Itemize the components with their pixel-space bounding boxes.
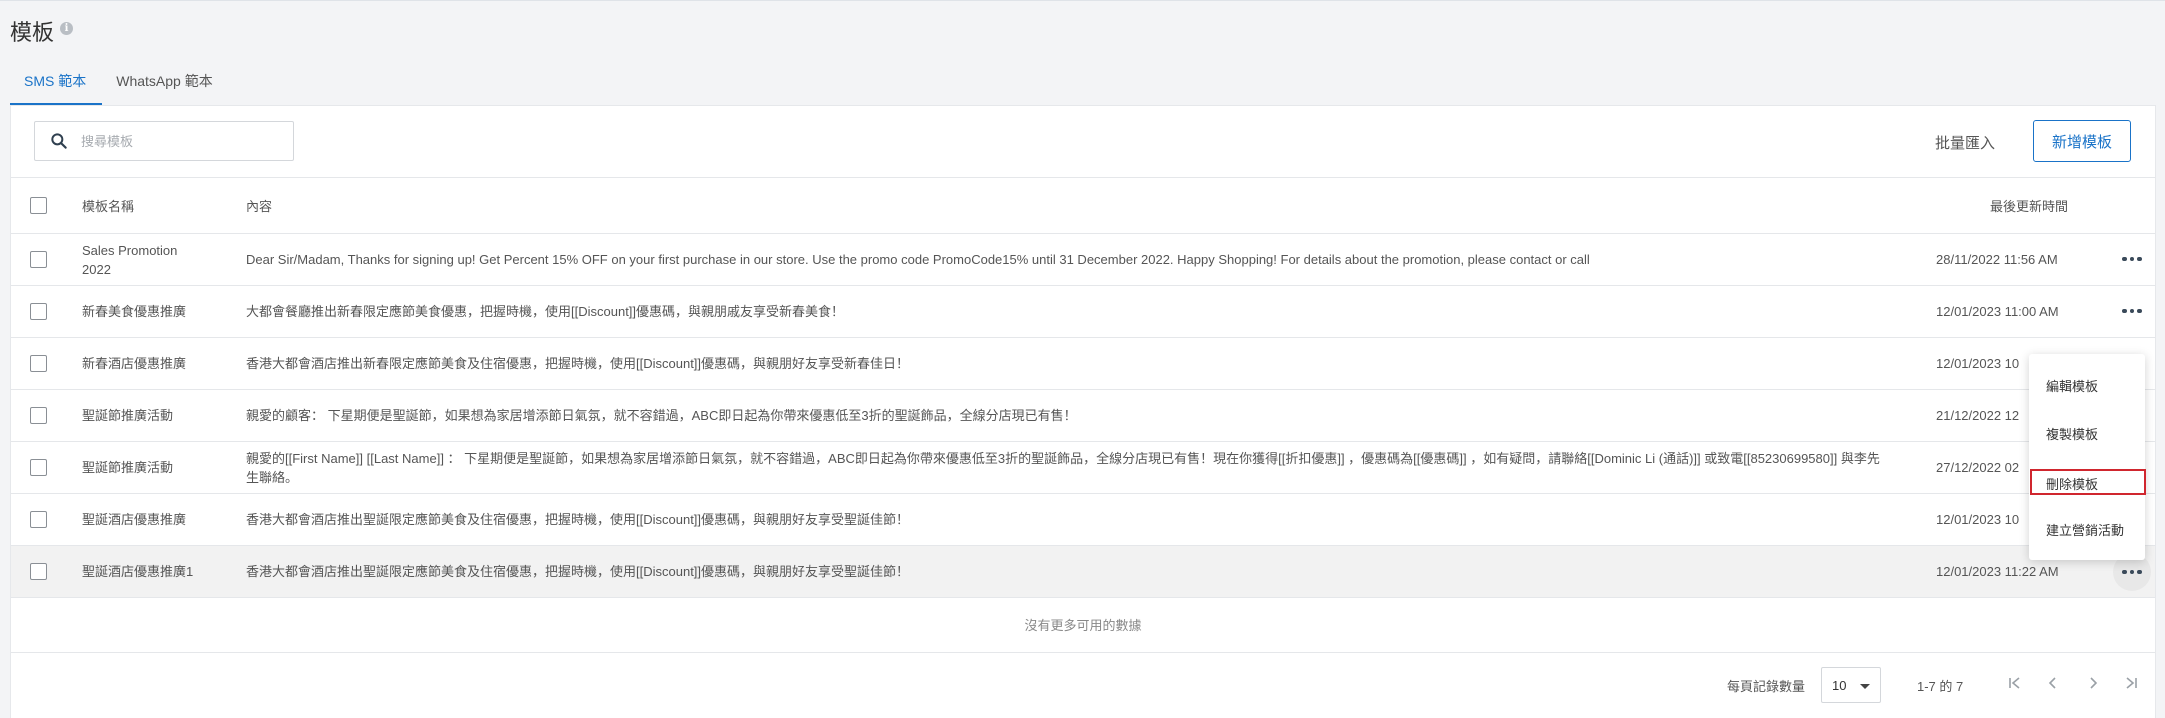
row-name: 聖誕酒店優惠推廣 (82, 512, 187, 527)
more-options-icon[interactable] (2119, 246, 2145, 272)
row-content: 香港大都會酒店推出聖誕限定應節美食及住宿優惠，把握時機，使用[[Discount… (246, 512, 910, 527)
row-updated: 27/12/2022 02 (1936, 460, 2020, 475)
select-all-checkbox[interactable] (30, 197, 47, 214)
templates-card: 批量匯入 新增模板 模板名稱 內容 最後更新時間 Sales Promotion… (10, 105, 2156, 718)
no-more-data-text: 沒有更多可用的數據 (11, 598, 2155, 653)
batch-import-button[interactable]: 批量匯入 (1935, 132, 1995, 153)
row-name: 新春美食優惠推廣 (82, 304, 187, 319)
table-row[interactable]: 新春酒店優惠推廣 香港大都會酒店推出新春限定應節美食及住宿優惠，把握時機，使用[… (11, 338, 2155, 390)
previous-page-icon[interactable] (2043, 673, 2063, 693)
search-icon (51, 133, 67, 149)
row-content: 香港大都會酒店推出新春限定應節美食及住宿優惠，把握時機，使用[[Discount… (246, 356, 910, 371)
page-range-text: 1-7 的 7 (1917, 679, 1964, 694)
chevron-down-icon (1860, 684, 1870, 689)
header-content: 內容 (246, 199, 273, 214)
menu-delete-template[interactable]: 刪除模板 (2030, 469, 2146, 495)
row-checkbox[interactable] (30, 407, 47, 424)
row-name: 新春酒店優惠推廣 (82, 356, 187, 371)
table-row[interactable]: Sales Promotion 2022 Dear Sir/Madam, Tha… (11, 234, 2155, 286)
table-row[interactable]: 聖誕節推廣活動 親愛的[[First Name]] [[Last Name]] … (11, 442, 2155, 494)
table-row[interactable]: 新春美食優惠推廣 大都會餐廳推出新春限定應節美食優惠，把握時機，使用[[Disc… (11, 286, 2155, 338)
template-tabs: SMS 範本 WhatsApp 範本 (10, 59, 229, 105)
row-checkbox[interactable] (30, 459, 47, 476)
row-updated: 28/11/2022 11:56 AM (1936, 252, 2058, 267)
row-checkbox[interactable] (30, 251, 47, 268)
next-page-icon[interactable] (2083, 673, 2103, 693)
row-content: 大都會餐廳推出新春限定應節美食優惠，把握時機，使用[[Discount]]優惠碼… (246, 304, 845, 319)
header-name: 模板名稱 (82, 199, 135, 214)
templates-table: 模板名稱 內容 最後更新時間 Sales Promotion 2022 Dear… (11, 178, 2155, 653)
more-options-icon[interactable] (2119, 298, 2145, 324)
row-updated: 12/01/2023 10 (1936, 356, 2020, 371)
table-row[interactable]: 聖誕節推廣活動 親愛的顧客： 下星期便是聖誕節，如果想為家居增添節日氣氛，就不容… (11, 390, 2155, 442)
menu-edit-template[interactable]: 編輯模板 (2046, 376, 2098, 395)
row-checkbox[interactable] (30, 511, 47, 528)
rows-per-page-select[interactable]: 10 (1821, 667, 1881, 703)
search-box[interactable] (34, 121, 294, 161)
info-icon[interactable]: i (60, 21, 74, 35)
row-updated: 12/01/2023 11:22 AM (1936, 564, 2059, 579)
row-content: Dear Sir/Madam, Thanks for signing up! G… (246, 252, 1590, 267)
row-checkbox[interactable] (30, 355, 47, 372)
menu-create-campaign[interactable]: 建立營銷活動 (2046, 520, 2124, 539)
row-checkbox[interactable] (30, 303, 47, 320)
row-content: 親愛的顧客： 下星期便是聖誕節，如果想為家居增添節日氣氛，就不容錯過，ABC即日… (246, 408, 1077, 423)
row-updated: 12/01/2023 10 (1936, 512, 2020, 527)
rows-per-page-label: 每頁記錄數量 (1727, 679, 1806, 694)
rows-per-page-value: 10 (1832, 677, 1847, 693)
row-content: 親愛的[[First Name]] [[Last Name]] ： 下星期便是聖… (246, 451, 1880, 485)
tab-whatsapp[interactable]: WhatsApp 範本 (102, 59, 228, 105)
search-input[interactable] (81, 133, 261, 149)
page-header: 模板 i (10, 15, 74, 47)
header-updated: 最後更新時間 (1990, 199, 2069, 214)
page-title: 模板 (10, 20, 55, 45)
row-content: 香港大都會酒店推出聖誕限定應節美食及住宿優惠，把握時機，使用[[Discount… (246, 564, 910, 579)
row-name: Sales Promotion 2022 (82, 243, 178, 277)
menu-copy-template[interactable]: 複製模板 (2046, 424, 2098, 443)
pagination: 每頁記錄數量 10 1-7 的 7 (11, 653, 2155, 713)
table-header: 模板名稱 內容 最後更新時間 (11, 178, 2155, 234)
row-checkbox[interactable] (30, 563, 47, 580)
add-template-button[interactable]: 新增模板 (2033, 120, 2131, 162)
table-row[interactable]: 聖誕酒店優惠推廣1 香港大都會酒店推出聖誕限定應節美食及住宿優惠，把握時機，使用… (11, 546, 2155, 598)
first-page-icon[interactable] (2005, 673, 2025, 693)
tab-sms[interactable]: SMS 範本 (10, 59, 103, 105)
row-updated: 21/12/2022 12 (1936, 408, 2020, 423)
last-page-icon[interactable] (2121, 673, 2141, 693)
row-name: 聖誕節推廣活動 (82, 408, 174, 423)
row-name: 聖誕節推廣活動 (82, 460, 174, 475)
row-context-menu: 編輯模板 複製模板 刪除模板 建立營銷活動 (2029, 354, 2146, 560)
toolbar: 批量匯入 新增模板 (11, 106, 2155, 178)
row-name: 聖誕酒店優惠推廣1 (82, 564, 194, 579)
table-row[interactable]: 聖誕酒店優惠推廣 香港大都會酒店推出聖誕限定應節美食及住宿優惠，把握時機，使用[… (11, 494, 2155, 546)
row-updated: 12/01/2023 11:00 AM (1936, 304, 2059, 319)
